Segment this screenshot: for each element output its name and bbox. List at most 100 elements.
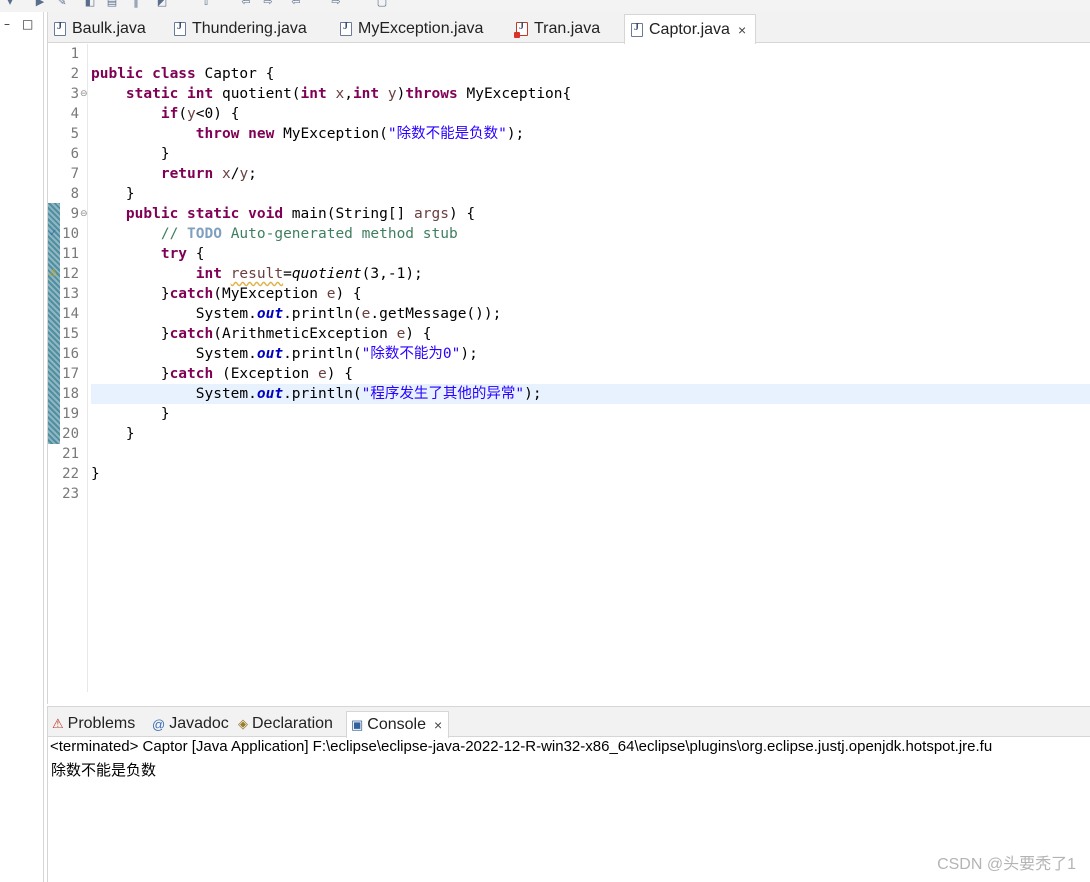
tab-baulk[interactable]: Baulk.java <box>48 14 146 43</box>
code-token: ) { <box>326 366 353 382</box>
code-line[interactable]: }catch(ArithmeticException e) { <box>91 324 1090 344</box>
fold-toggle-icon[interactable]: ⊖ <box>80 204 88 224</box>
code-token: } <box>91 466 100 482</box>
open-icon[interactable]: ◧ <box>84 0 96 8</box>
code-token: "程序发生了其他的异常" <box>361 386 525 402</box>
code-token: (MyException <box>213 286 327 302</box>
code-line[interactable]: }catch(MyException e) { <box>91 284 1090 304</box>
code-line[interactable]: // TODO Auto-generated method stub <box>91 224 1090 244</box>
line-number: 19 <box>62 406 79 422</box>
code-line[interactable]: public static void main(String[] args) { <box>91 204 1090 224</box>
code-token: .getMessage()); <box>370 306 502 322</box>
line-number: 18 <box>62 386 79 402</box>
problems-icon: ⚠ <box>52 716 64 731</box>
code-line[interactable]: try { <box>91 244 1090 264</box>
code-token: ( <box>178 106 188 122</box>
maximize-icon[interactable]: □ <box>22 17 33 31</box>
code-token: = <box>283 266 292 282</box>
line-number: 15 <box>62 326 79 342</box>
console-icon: ▣ <box>351 717 364 732</box>
code-token: .println( <box>283 346 362 362</box>
pin-icon[interactable]: ▢ <box>376 0 388 8</box>
line-number: 14 <box>62 306 79 322</box>
code-token: MyException( <box>274 126 388 142</box>
tab-declaration[interactable]: ◈ Declaration <box>238 711 333 737</box>
code-token: } <box>91 146 170 162</box>
code-token: int <box>300 86 327 102</box>
minimize-icon[interactable]: – <box>4 17 10 31</box>
tab-thundering[interactable]: Thundering.java <box>168 14 307 43</box>
code-line[interactable]: } <box>91 404 1090 424</box>
warning-marker-icon[interactable]: ⚠ <box>49 264 58 284</box>
code-line[interactable]: }catch (Exception e) { <box>91 364 1090 384</box>
code-line[interactable]: } <box>91 144 1090 164</box>
code-token: int <box>352 86 380 102</box>
console-output[interactable]: 除数不能是负数 <box>51 759 156 780</box>
code-line[interactable]: return x/y; <box>91 164 1090 184</box>
code-token: e <box>396 326 406 342</box>
console-tab-bar: ⚠ Problems @ Javadoc ◈ Declaration ▣ Con… <box>48 707 1090 738</box>
line-number: 6 <box>70 146 79 162</box>
code-line[interactable]: static int quotient(int x,int y)throws M… <box>91 84 1090 104</box>
run-icon[interactable]: ▶ <box>34 0 46 8</box>
code-line[interactable]: System.out.println(e.getMessage()); <box>91 304 1090 324</box>
up-arrow-icon[interactable]: ⇧ <box>200 0 212 8</box>
code-line[interactable] <box>91 484 1090 504</box>
code-editor[interactable]: 1 2 3 4 5 6 7 8 9 10 11 12 13 14 15 16 17 18 19 20 21 22 23 ✓ … <box>48 44 1090 692</box>
line-number: 9 <box>70 206 79 222</box>
code-line[interactable]: System.out.println("程序发生了其他的异常"); <box>91 384 1090 404</box>
tab-javadoc[interactable]: @ Javadoc <box>152 711 229 737</box>
back-icon[interactable]: ⇦ <box>240 0 252 8</box>
fold-toggle-icon[interactable]: ⊖ <box>80 84 88 104</box>
tab-label: MyException.java <box>358 19 484 37</box>
tab-captor[interactable]: Captor.java × <box>624 14 756 44</box>
close-icon[interactable]: × <box>434 717 442 733</box>
code-line[interactable]: } <box>91 184 1090 204</box>
debug-icon[interactable]: ◩ <box>156 0 168 8</box>
code-token: public static void <box>125 206 284 222</box>
code-line[interactable] <box>91 44 1090 64</box>
next-edit-icon[interactable]: ⇨ <box>330 0 342 8</box>
code-line[interactable]: } <box>91 464 1090 484</box>
tab-myexception[interactable]: MyException.java <box>334 14 483 43</box>
tab-tran[interactable]: Tran.java <box>510 14 600 43</box>
save-icon[interactable]: ▤ <box>106 0 118 8</box>
tab-console[interactable]: ▣ Console × <box>346 711 450 738</box>
console-pane: ⚠ Problems @ Javadoc ◈ Declaration ▣ Con… <box>47 706 1090 882</box>
code-token: (Exception <box>213 366 318 382</box>
declaration-icon: ◈ <box>238 716 248 731</box>
code-token: throw new <box>195 126 275 142</box>
main-toolbar: ▾ ▶ ✎ ◧ ▤ ‖ ◩ ⇧ ⇦ ⇨ ⇦ ⇨ ▢ <box>0 0 1090 12</box>
tab-label: Javadoc <box>169 715 229 732</box>
code-line[interactable]: if(y<0) { <box>91 104 1090 124</box>
left-collapsed-pane: – □ <box>0 12 44 882</box>
code-token: out <box>256 346 284 362</box>
line-number: 2 <box>70 66 79 82</box>
code-line[interactable] <box>91 444 1090 464</box>
forward-icon[interactable]: ⇨ <box>262 0 274 8</box>
code-line[interactable]: } <box>91 424 1090 444</box>
tab-problems[interactable]: ⚠ Problems <box>52 711 135 737</box>
line-number-gutter: 1 2 3 4 5 6 7 8 9 10 11 12 13 14 15 16 17 18 19 20 21 22 23 <box>60 44 88 692</box>
close-icon[interactable]: × <box>738 22 746 38</box>
code-line[interactable]: public class Captor { <box>91 64 1090 84</box>
code-token: ) { <box>448 206 476 222</box>
code-token: "除数不能是负数" <box>387 126 507 142</box>
tab-label: Declaration <box>252 715 333 732</box>
code-line[interactable]: System.out.println("除数不能为0"); <box>91 344 1090 364</box>
task-marker-icon[interactable]: ✓ <box>49 224 57 244</box>
prev-edit-icon[interactable]: ⇦ <box>290 0 302 8</box>
toolbar-dropdown-icon[interactable]: ▾ <box>4 0 16 8</box>
code-token: x <box>221 166 231 182</box>
code-token: out <box>256 386 284 402</box>
code-token: } <box>91 326 170 342</box>
tab-label: Problems <box>67 715 136 732</box>
pause-icon[interactable]: ‖ <box>130 0 142 8</box>
code-line[interactable]: int result=quotient(3,-1); <box>91 264 1090 284</box>
code-line[interactable]: throw new MyException("除数不能是负数"); <box>91 124 1090 144</box>
new-icon[interactable]: ✎ <box>56 0 68 8</box>
